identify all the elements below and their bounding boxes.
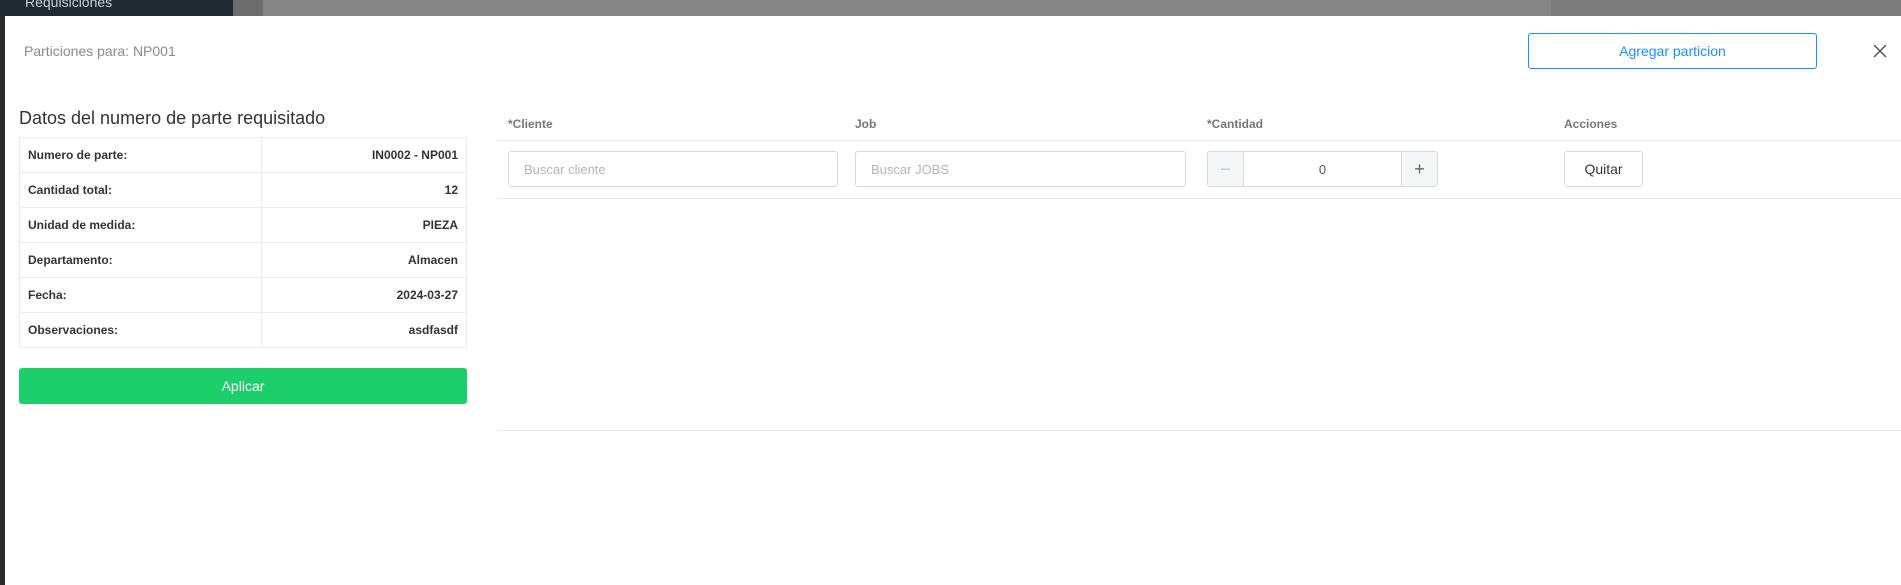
detail-value: 12 — [261, 172, 467, 208]
add-partition-button[interactable]: Agregar particion — [1528, 33, 1817, 69]
background-overlay — [233, 0, 263, 16]
table-row: Unidad de medida: PIEZA — [19, 207, 467, 243]
table-row: Departamento: Almacen — [19, 242, 467, 278]
background-sidebar: Requisiciones — [0, 0, 233, 16]
part-details-panel: Datos del numero de parte requisitado Nu… — [19, 108, 467, 348]
close-button[interactable] — [1867, 38, 1893, 64]
table-row: Cantidad total: 12 — [19, 172, 467, 208]
table-row: Fecha: 2024-03-27 — [19, 277, 467, 313]
table-row: − 0 + Quitar — [497, 141, 1901, 199]
part-details-title: Datos del numero de parte requisitado — [19, 108, 326, 128]
increment-button[interactable]: + — [1401, 152, 1437, 186]
detail-label: Cantidad total: — [19, 172, 262, 208]
detail-value: 2024-03-27 — [261, 277, 467, 313]
detail-value: IN0002 - NP001 — [261, 137, 467, 173]
background-overlay — [1551, 0, 1901, 16]
detail-value: PIEZA — [261, 207, 467, 243]
quantity-stepper: − 0 + — [1207, 151, 1438, 187]
detail-value: Almacen — [261, 242, 467, 278]
table-row: Observaciones: asdfasdf — [19, 312, 467, 348]
detail-label: Numero de parte: — [19, 137, 262, 173]
table-row: Numero de parte: IN0002 - NP001 — [19, 137, 467, 173]
detail-label: Departamento: — [19, 242, 262, 278]
background-sidebar-label: Requisiciones — [25, 0, 113, 10]
remove-row-button[interactable]: Quitar — [1564, 151, 1643, 187]
grid-empty-area — [497, 199, 1901, 431]
background-overlay — [263, 0, 1551, 16]
part-details-table: Numero de parte: IN0002 - NP001 Cantidad… — [19, 137, 467, 348]
apply-button[interactable]: Aplicar — [19, 368, 467, 404]
detail-value: asdfasdf — [261, 312, 467, 348]
decrement-button[interactable]: − — [1208, 152, 1244, 186]
modal-title: Particiones para: NP001 — [24, 43, 176, 59]
detail-label: Observaciones: — [19, 312, 262, 348]
column-header-job: Job — [855, 117, 877, 131]
detail-label: Fecha: — [19, 277, 262, 313]
detail-label: Unidad de medida: — [19, 207, 262, 243]
partitions-modal: Particiones para: NP001 Agregar particio… — [5, 16, 1901, 585]
column-header-cantidad: *Cantidad — [1207, 117, 1264, 131]
column-header-cliente: *Cliente — [508, 117, 553, 131]
column-header-acciones: Acciones — [1564, 117, 1618, 131]
grid-header: *Cliente Job *Cantidad Acciones — [497, 108, 1901, 141]
job-search-input[interactable] — [855, 151, 1186, 187]
client-search-input[interactable] — [508, 151, 838, 187]
quantity-value[interactable]: 0 — [1244, 152, 1401, 186]
partitions-grid: *Cliente Job *Cantidad Acciones − 0 + Qu… — [497, 108, 1901, 431]
close-icon — [1873, 44, 1887, 58]
